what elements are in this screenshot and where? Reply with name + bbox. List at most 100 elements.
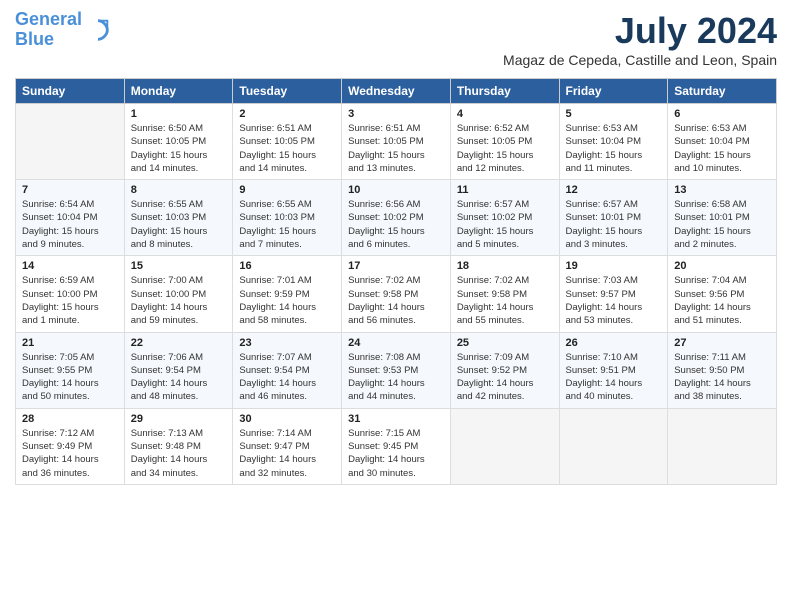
day-number: 10: [348, 184, 444, 196]
calendar-container: General Blue July 2024 Magaz de Cepeda, …: [0, 0, 792, 495]
day-cell: 5 Sunrise: 6:53 AM Sunset: 10:04 PM Dayli…: [559, 104, 668, 180]
day-cell: 20Sunrise: 7:04 AM Sunset: 9:56 PM Dayli…: [668, 256, 777, 332]
day-cell: 29 Sunrise: 7:13 AM Sunset: 9:48 PM Dayli…: [124, 408, 233, 484]
day-number: 8: [131, 184, 227, 196]
day-info: Sunrise: 6:57 AM Sunset: 10:02 PM Daylig…: [457, 198, 553, 251]
day-number: 13: [674, 184, 770, 196]
day-info: Sunrise: 7:00 AM Sunset: 10:00 PM Daylig…: [131, 274, 227, 327]
column-header-saturday: Saturday: [668, 79, 777, 104]
day-cell: 4 Sunrise: 6:52 AM Sunset: 10:05 PM Dayli…: [450, 104, 559, 180]
day-cell: 6 Sunrise: 6:53 AM Sunset: 10:04 PM Dayli…: [668, 104, 777, 180]
column-header-sunday: Sunday: [16, 79, 125, 104]
day-number: 27: [674, 337, 770, 349]
logo: General Blue: [15, 10, 112, 50]
day-cell: 25Sunrise: 7:09 AM Sunset: 9:52 PM Dayli…: [450, 332, 559, 408]
day-number: 21: [22, 337, 118, 349]
day-info: Sunrise: 6:59 AM Sunset: 10:00 PM Daylig…: [22, 274, 118, 327]
day-info: Sunrise: 7:04 AM Sunset: 9:56 PM Dayligh…: [674, 274, 770, 327]
day-number: 25: [457, 337, 553, 349]
day-number: 22: [131, 337, 227, 349]
day-number: 5: [566, 108, 662, 120]
location-title: Magaz de Cepeda, Castille and Leon, Spai…: [503, 52, 777, 68]
day-info: Sunrise: 7:02 AM Sunset: 9:58 PM Dayligh…: [457, 274, 553, 327]
day-info: Sunrise: 6:53 AM Sunset: 10:04 PM Daylig…: [674, 122, 770, 175]
day-cell: 9 Sunrise: 6:55 AM Sunset: 10:03 PM Dayli…: [233, 180, 342, 256]
day-cell: 31Sunrise: 7:15 AM Sunset: 9:45 PM Dayli…: [342, 408, 451, 484]
day-cell: [450, 408, 559, 484]
day-info: Sunrise: 6:50 AM Sunset: 10:05 PM Daylig…: [131, 122, 227, 175]
day-number: 17: [348, 260, 444, 272]
week-row-3: 14Sunrise: 6:59 AM Sunset: 10:00 PM Dayl…: [16, 256, 777, 332]
days-header-row: SundayMondayTuesdayWednesdayThursdayFrid…: [16, 79, 777, 104]
logo-line1: General: [15, 9, 82, 29]
day-cell: 13 Sunrise: 6:58 AM Sunset: 10:01 PM Dayl…: [668, 180, 777, 256]
day-info: Sunrise: 6:56 AM Sunset: 10:02 PM Daylig…: [348, 198, 444, 251]
day-info: Sunrise: 7:06 AM Sunset: 9:54 PM Dayligh…: [131, 351, 227, 404]
day-cell: 16Sunrise: 7:01 AM Sunset: 9:59 PM Dayli…: [233, 256, 342, 332]
day-info: Sunrise: 7:02 AM Sunset: 9:58 PM Dayligh…: [348, 274, 444, 327]
day-info: Sunrise: 6:58 AM Sunset: 10:01 PM Daylig…: [674, 198, 770, 251]
day-number: 1: [131, 108, 227, 120]
day-info: Sunrise: 7:03 AM Sunset: 9:57 PM Dayligh…: [566, 274, 662, 327]
day-number: 31: [348, 413, 444, 425]
logo-text: General Blue: [15, 10, 82, 50]
day-number: 2: [239, 108, 335, 120]
day-info: Sunrise: 6:51 AM Sunset: 10:05 PM Daylig…: [348, 122, 444, 175]
day-cell: 14Sunrise: 6:59 AM Sunset: 10:00 PM Dayl…: [16, 256, 125, 332]
day-number: 7: [22, 184, 118, 196]
day-cell: [16, 104, 125, 180]
day-info: Sunrise: 7:10 AM Sunset: 9:51 PM Dayligh…: [566, 351, 662, 404]
day-info: Sunrise: 6:55 AM Sunset: 10:03 PM Daylig…: [131, 198, 227, 251]
day-cell: 3 Sunrise: 6:51 AM Sunset: 10:05 PM Dayli…: [342, 104, 451, 180]
week-row-5: 28 Sunrise: 7:12 AM Sunset: 9:49 PM Dayli…: [16, 408, 777, 484]
day-cell: 2Sunrise: 6:51 AM Sunset: 10:05 PM Dayli…: [233, 104, 342, 180]
day-number: 11: [457, 184, 553, 196]
day-cell: 10 Sunrise: 6:56 AM Sunset: 10:02 PM Dayl…: [342, 180, 451, 256]
month-title: July 2024: [503, 10, 777, 52]
column-header-thursday: Thursday: [450, 79, 559, 104]
day-cell: 12Sunrise: 6:57 AM Sunset: 10:01 PM Dayl…: [559, 180, 668, 256]
day-cell: 23Sunrise: 7:07 AM Sunset: 9:54 PM Dayli…: [233, 332, 342, 408]
day-number: 4: [457, 108, 553, 120]
week-row-2: 7Sunrise: 6:54 AM Sunset: 10:04 PM Dayli…: [16, 180, 777, 256]
day-info: Sunrise: 7:07 AM Sunset: 9:54 PM Dayligh…: [239, 351, 335, 404]
day-number: 6: [674, 108, 770, 120]
day-number: 30: [239, 413, 335, 425]
day-cell: 30Sunrise: 7:14 AM Sunset: 9:47 PM Dayli…: [233, 408, 342, 484]
column-header-wednesday: Wednesday: [342, 79, 451, 104]
day-cell: 22 Sunrise: 7:06 AM Sunset: 9:54 PM Dayli…: [124, 332, 233, 408]
day-info: Sunrise: 7:08 AM Sunset: 9:53 PM Dayligh…: [348, 351, 444, 404]
day-number: 24: [348, 337, 444, 349]
day-number: 3: [348, 108, 444, 120]
logo-icon: [84, 16, 112, 44]
day-cell: 28 Sunrise: 7:12 AM Sunset: 9:49 PM Dayli…: [16, 408, 125, 484]
column-header-tuesday: Tuesday: [233, 79, 342, 104]
day-cell: 11 Sunrise: 6:57 AM Sunset: 10:02 PM Dayl…: [450, 180, 559, 256]
day-info: Sunrise: 6:53 AM Sunset: 10:04 PM Daylig…: [566, 122, 662, 175]
day-cell: 8 Sunrise: 6:55 AM Sunset: 10:03 PM Dayli…: [124, 180, 233, 256]
day-info: Sunrise: 7:05 AM Sunset: 9:55 PM Dayligh…: [22, 351, 118, 404]
day-number: 29: [131, 413, 227, 425]
day-number: 28: [22, 413, 118, 425]
title-block: July 2024 Magaz de Cepeda, Castille and …: [503, 10, 777, 74]
day-cell: 15Sunrise: 7:00 AM Sunset: 10:00 PM Dayl…: [124, 256, 233, 332]
day-info: Sunrise: 7:12 AM Sunset: 9:49 PM Dayligh…: [22, 427, 118, 480]
day-info: Sunrise: 6:55 AM Sunset: 10:03 PM Daylig…: [239, 198, 335, 251]
calendar-table: SundayMondayTuesdayWednesdayThursdayFrid…: [15, 78, 777, 485]
column-header-monday: Monday: [124, 79, 233, 104]
day-number: 19: [566, 260, 662, 272]
day-info: Sunrise: 6:57 AM Sunset: 10:01 PM Daylig…: [566, 198, 662, 251]
logo-line2: Blue: [15, 29, 54, 49]
day-info: Sunrise: 7:01 AM Sunset: 9:59 PM Dayligh…: [239, 274, 335, 327]
day-cell: 27 Sunrise: 7:11 AM Sunset: 9:50 PM Dayli…: [668, 332, 777, 408]
day-number: 18: [457, 260, 553, 272]
day-number: 9: [239, 184, 335, 196]
day-cell: 18 Sunrise: 7:02 AM Sunset: 9:58 PM Dayli…: [450, 256, 559, 332]
column-header-friday: Friday: [559, 79, 668, 104]
day-info: Sunrise: 7:13 AM Sunset: 9:48 PM Dayligh…: [131, 427, 227, 480]
day-cell: 21 Sunrise: 7:05 AM Sunset: 9:55 PM Dayli…: [16, 332, 125, 408]
day-cell: 19 Sunrise: 7:03 AM Sunset: 9:57 PM Dayli…: [559, 256, 668, 332]
day-info: Sunrise: 6:52 AM Sunset: 10:05 PM Daylig…: [457, 122, 553, 175]
day-info: Sunrise: 7:11 AM Sunset: 9:50 PM Dayligh…: [674, 351, 770, 404]
day-cell: [559, 408, 668, 484]
